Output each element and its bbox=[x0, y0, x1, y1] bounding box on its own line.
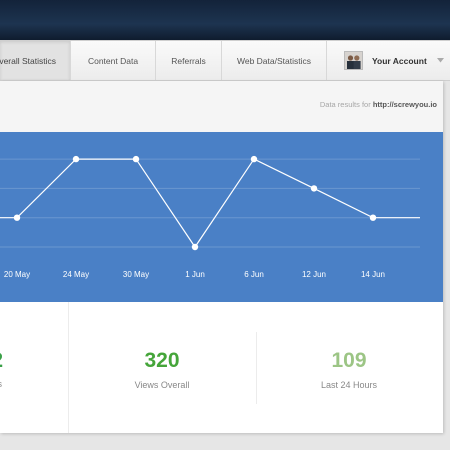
results-site-link[interactable]: http://screwyou.io bbox=[373, 100, 437, 109]
line-chart: 20 May 24 May 30 May 1 Jun 6 Jun 12 Jun 14 Jun bbox=[0, 132, 443, 302]
x-tick-label: 1 Jun bbox=[185, 270, 205, 279]
stat-label: Last 24 Hours bbox=[320, 380, 378, 390]
account-label: Your Account bbox=[372, 56, 427, 66]
x-tick-label: 6 Jun bbox=[244, 270, 264, 279]
top-nav: Overall Statistics Content Data Referral… bbox=[0, 40, 450, 81]
chart-series-line bbox=[0, 158, 420, 249]
statistics-panel: Data results for http://screwyou.io 20 M… bbox=[0, 81, 443, 433]
stat-value: 2 bbox=[0, 349, 3, 373]
x-tick-label: 24 May bbox=[63, 270, 89, 279]
tab-label: Referrals bbox=[171, 55, 206, 66]
x-tick-label: 14 Jun bbox=[361, 270, 385, 279]
tab-label: Overall Statistics bbox=[0, 55, 56, 66]
chart-point[interactable] bbox=[72, 155, 80, 163]
chart-point[interactable] bbox=[369, 214, 377, 221]
account-menu[interactable]: Your Account bbox=[327, 41, 450, 80]
data-results-caption: Data results for http://screwyou.io bbox=[320, 100, 437, 109]
tab-label: Web Data/Statistics bbox=[236, 55, 311, 66]
tab-overall-statistics[interactable]: Overall Statistics bbox=[0, 41, 71, 80]
stat-divider bbox=[68, 302, 69, 433]
tab-web-data-statistics[interactable]: Web Data/Statistics bbox=[222, 41, 327, 80]
stats-row: 2 s 320 Views Overall 109 Last 24 Hours bbox=[0, 302, 443, 433]
avatar-image bbox=[345, 52, 362, 69]
x-tick-label: 30 May bbox=[123, 270, 149, 279]
stat-label: s bbox=[0, 379, 2, 389]
x-tick-label: 12 Jun bbox=[302, 270, 326, 279]
window-background bbox=[0, 0, 450, 40]
chevron-down-icon[interactable] bbox=[437, 58, 444, 63]
stat-divider bbox=[256, 332, 257, 404]
stat-value: 320 bbox=[144, 349, 180, 372]
tab-label: Content Data bbox=[87, 55, 139, 66]
x-tick-label: 20 May bbox=[4, 270, 30, 279]
tab-referrals[interactable]: Referrals bbox=[156, 41, 222, 80]
results-prefix: Data results for bbox=[319, 100, 371, 109]
stat-value: 109 bbox=[331, 349, 367, 372]
stat-label: Views Overall bbox=[134, 380, 190, 390]
avatar bbox=[344, 51, 363, 70]
tab-content-data[interactable]: Content Data bbox=[71, 41, 156, 80]
chart-point[interactable] bbox=[132, 155, 140, 163]
chart-svg: 20 May 24 May 30 May 1 Jun 6 Jun 12 Jun 14 Jun bbox=[0, 155, 420, 279]
chart-point[interactable] bbox=[250, 155, 258, 163]
chart-point[interactable] bbox=[13, 214, 21, 221]
chart-point[interactable] bbox=[191, 243, 199, 251]
chart-point[interactable] bbox=[310, 185, 318, 192]
